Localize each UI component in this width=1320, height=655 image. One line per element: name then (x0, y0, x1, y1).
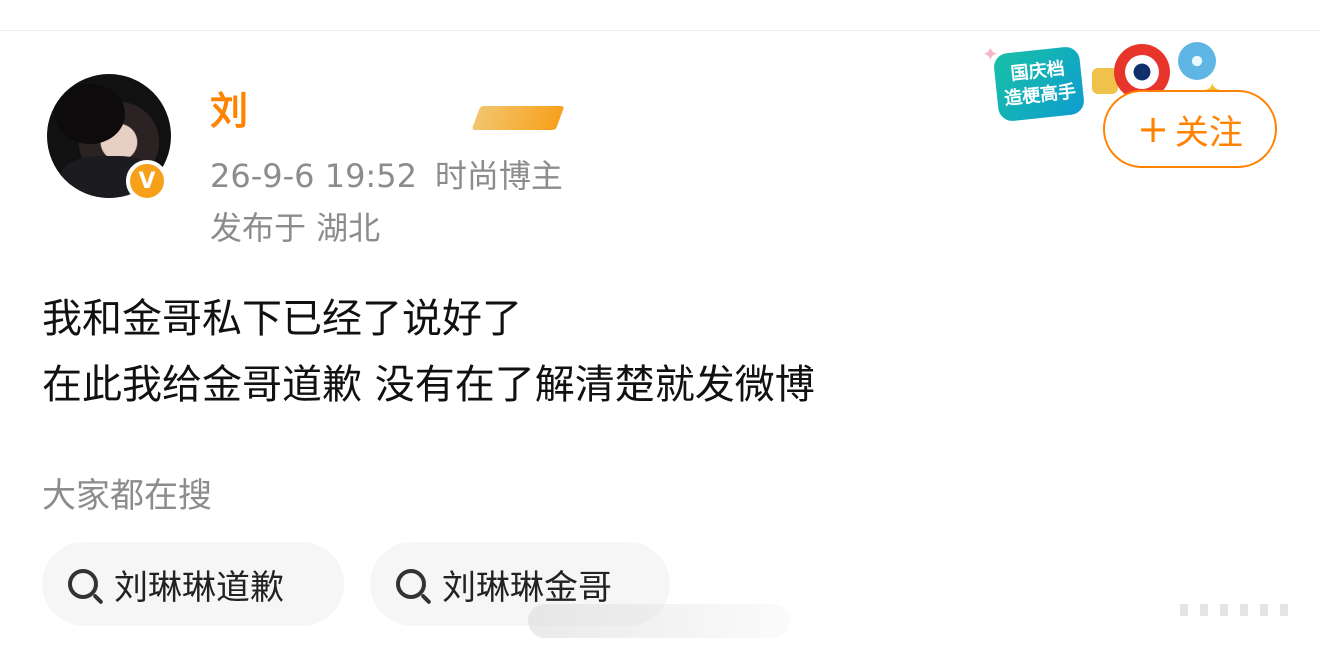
post-text: 我和金哥私下已经了说好了 在此我给金哥道歉 没有在了解清楚就发微博 (42, 286, 815, 418)
verified-badge-icon: V (126, 160, 168, 202)
sparkle-icon: ✦ (982, 42, 999, 66)
post-text-line: 我和金哥私下已经了说好了 (42, 296, 522, 342)
follow-button[interactable]: + 关注 (1103, 90, 1277, 168)
trending-heading: 大家都在搜 (42, 476, 212, 516)
plus-icon: + (1137, 107, 1169, 151)
film-reel-icon (1178, 42, 1216, 80)
follow-button-label: 关注 (1174, 112, 1243, 153)
username[interactable]: 刘 (210, 86, 248, 136)
user-tag: 时尚博主 (434, 157, 563, 195)
search-icon (396, 569, 426, 599)
member-level-tag (471, 106, 565, 130)
post-location: 发布于 湖北 (210, 209, 381, 247)
trending-chip[interactable]: 刘琳琳道歉 (42, 542, 344, 626)
top-divider (0, 30, 1320, 31)
event-badge-card: 国庆档 造梗高手 (992, 45, 1086, 123)
avatar-hair (55, 84, 125, 144)
watermark (528, 604, 790, 638)
post-text-line: 在此我给金哥道歉 没有在了解清楚就发微博 (42, 362, 815, 408)
post-meta: 26-9-6 19:52 时尚博主 (210, 154, 581, 198)
trending-chip-label: 刘琳琳金哥 (442, 567, 612, 608)
watermark-dots (1180, 604, 1300, 616)
search-icon (68, 569, 98, 599)
post-time: 26-9-6 19:52 (210, 157, 417, 195)
trending-chip-label: 刘琳琳道歉 (114, 567, 284, 608)
